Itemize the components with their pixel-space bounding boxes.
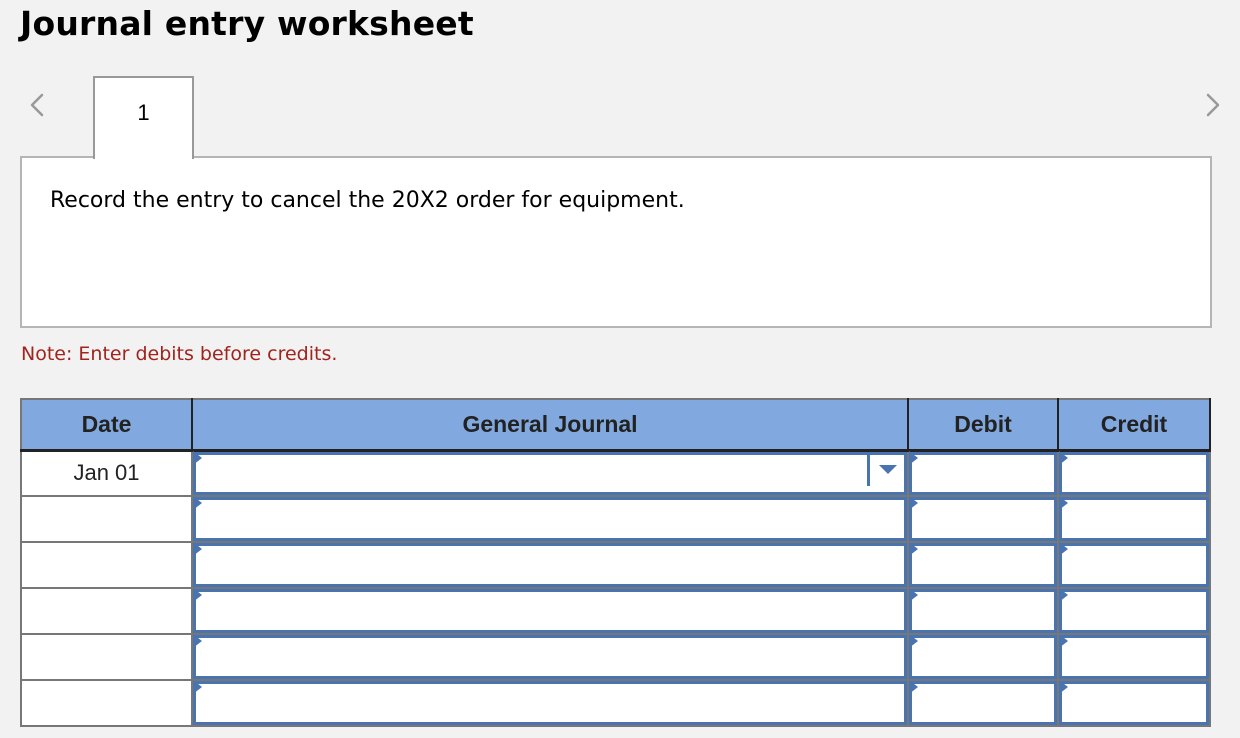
dropdown-divider (867, 453, 870, 486)
debit-cell (907, 495, 1059, 543)
entry-flag-icon (909, 542, 918, 556)
account-input[interactable] (193, 681, 907, 725)
table-row (20, 633, 1211, 681)
account-cell (191, 679, 909, 727)
previous-button[interactable] (23, 90, 53, 120)
debit-cell (907, 541, 1059, 589)
entry-flag-icon (909, 634, 918, 648)
account-input[interactable] (193, 451, 907, 495)
credit-input[interactable] (1059, 635, 1209, 679)
entry-flag-icon (1059, 450, 1068, 465)
credit-input[interactable] (1059, 543, 1209, 587)
tab-label: 1 (137, 100, 150, 125)
page-title: Journal entry worksheet (20, 4, 474, 43)
debit-input[interactable] (909, 589, 1057, 633)
account-input[interactable] (193, 635, 907, 679)
entry-flag-icon (193, 496, 202, 510)
entry-flag-icon (193, 542, 202, 556)
entry-flag-icon (909, 588, 918, 602)
entry-flag-icon (1059, 634, 1068, 648)
account-cell (191, 495, 909, 543)
date-cell (20, 587, 193, 635)
prompt-box: Record the entry to cancel the 20X2 orde… (20, 156, 1212, 328)
account-cell (191, 449, 909, 497)
credit-cell (1057, 633, 1211, 681)
credit-input[interactable] (1059, 451, 1209, 495)
account-cell (191, 587, 909, 635)
entry-flag-icon (1059, 588, 1068, 602)
debit-cell (907, 679, 1059, 727)
credit-cell (1057, 449, 1211, 497)
column-header-date: Date (20, 398, 193, 452)
date-cell: Jan 01 (20, 449, 193, 497)
entry-flag-icon (193, 634, 202, 648)
credit-cell (1057, 541, 1211, 589)
table-row (20, 495, 1211, 543)
column-header-credit: Credit (1057, 398, 1211, 452)
debit-cell (907, 587, 1059, 635)
account-cell (191, 633, 909, 681)
entry-flag-icon (193, 588, 202, 602)
entry-flag-icon (909, 450, 918, 465)
chevron-right-icon (1206, 93, 1220, 117)
table-header-row: Date General Journal Debit Credit (20, 398, 1211, 452)
date-cell (20, 633, 193, 681)
debit-input[interactable] (909, 497, 1057, 541)
account-cell (191, 541, 909, 589)
prompt-text: Record the entry to cancel the 20X2 orde… (50, 188, 685, 213)
tab-1[interactable]: 1 (93, 76, 194, 159)
account-input[interactable] (193, 543, 907, 587)
debit-input[interactable] (909, 681, 1057, 725)
date-cell (20, 541, 193, 589)
journal-table: Date General Journal Debit Credit Jan 01 (20, 398, 1211, 727)
note-text: Note: Enter debits before credits. (21, 343, 338, 365)
account-input[interactable] (193, 589, 907, 633)
entry-flag-icon (909, 680, 918, 694)
entry-flag-icon (1059, 542, 1068, 556)
debit-input[interactable] (909, 543, 1057, 587)
account-input[interactable] (193, 497, 907, 541)
table-row: Jan 01 (20, 449, 1211, 497)
debit-input[interactable] (909, 635, 1057, 679)
debit-input[interactable] (909, 451, 1057, 495)
credit-cell (1057, 587, 1211, 635)
caret-down-icon (879, 464, 897, 474)
credit-input[interactable] (1059, 589, 1209, 633)
entry-flag-icon (909, 496, 918, 510)
credit-input[interactable] (1059, 681, 1209, 725)
debit-cell (907, 633, 1059, 681)
table-row (20, 541, 1211, 589)
next-button[interactable] (1197, 90, 1227, 120)
column-header-debit: Debit (907, 398, 1059, 452)
entry-flag-icon (193, 680, 202, 694)
debit-cell (907, 449, 1059, 497)
date-cell (20, 679, 193, 727)
credit-cell (1057, 495, 1211, 543)
credit-cell (1057, 679, 1211, 727)
table-row (20, 587, 1211, 635)
chevron-left-icon (30, 93, 44, 117)
entry-flag-icon (1059, 680, 1068, 694)
table-row (20, 679, 1211, 727)
date-cell (20, 495, 193, 543)
entry-flag-icon (1059, 496, 1068, 510)
entry-flag-icon (193, 450, 202, 465)
account-dropdown-button[interactable] (867, 452, 907, 496)
credit-input[interactable] (1059, 497, 1209, 541)
column-header-general-journal: General Journal (191, 398, 909, 452)
